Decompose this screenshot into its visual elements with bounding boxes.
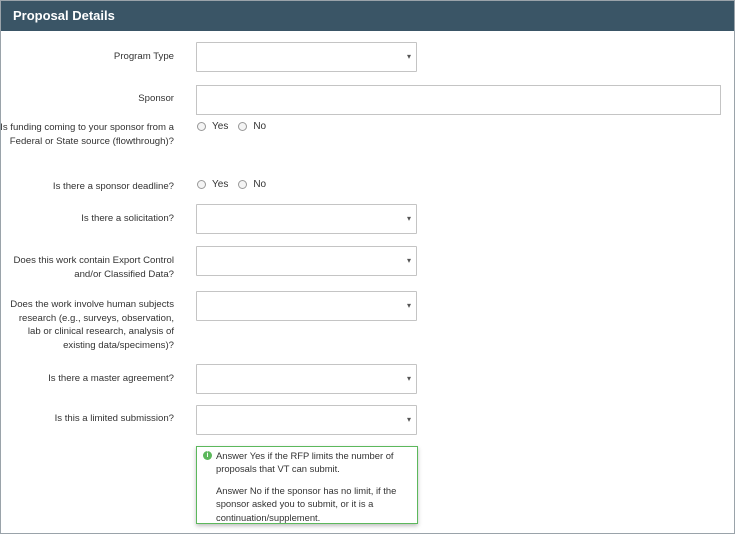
- program-type-label: Program Type: [113, 51, 174, 62]
- help-tooltip: i Answer Yes if the RFP limits the numbe…: [196, 446, 418, 524]
- sponsor-input[interactable]: [196, 85, 721, 115]
- chevron-down-icon: ▾: [406, 374, 411, 383]
- chevron-down-icon: ▾: [406, 415, 411, 424]
- deadline-no-radio[interactable]: [238, 180, 248, 189]
- flowthrough-yes-radio[interactable]: [197, 122, 206, 131]
- sponsor-label: Sponsor: [138, 93, 174, 104]
- deadline-radio-group: Yes No: [197, 179, 276, 190]
- limited-submission-select[interactable]: ▾: [196, 405, 417, 435]
- flowthrough-no-label: No: [253, 121, 267, 132]
- human-subjects-label: Does the work involve human subjects res…: [10, 299, 174, 351]
- human-subjects-select[interactable]: ▾: [196, 291, 417, 321]
- flowthrough-label: Is funding coming to your sponsor from a…: [0, 122, 174, 147]
- chevron-down-icon: ▾: [406, 214, 411, 223]
- export-control-label: Does this work contain Export Control an…: [13, 255, 175, 280]
- tooltip-no-text: Answer No if the sponsor has no limit, i…: [216, 484, 397, 523]
- chevron-down-icon: ▾: [406, 301, 411, 310]
- export-control-select[interactable]: ▾: [196, 246, 417, 276]
- deadline-label: Is there a sponsor deadline?: [52, 181, 174, 192]
- chevron-down-icon: ▾: [406, 256, 411, 265]
- solicitation-select[interactable]: ▾: [196, 204, 417, 234]
- flowthrough-yes-label: Yes: [212, 121, 229, 132]
- info-icon: i: [203, 451, 212, 460]
- solicitation-label: Is there a solicitation?: [81, 213, 174, 224]
- master-agreement-select[interactable]: ▾: [196, 364, 417, 394]
- deadline-yes-label: Yes: [212, 179, 229, 190]
- flowthrough-radio-group: Yes No: [197, 121, 276, 132]
- limited-submission-label: Is this a limited submission?: [54, 413, 174, 424]
- master-agreement-label: Is there a master agreement?: [48, 373, 174, 384]
- section-header: Proposal Details: [1, 1, 734, 31]
- deadline-no-label: No: [253, 179, 267, 190]
- deadline-yes-radio[interactable]: [197, 180, 206, 189]
- program-type-select[interactable]: ▾: [196, 42, 417, 72]
- tooltip-yes-text: Answer Yes if the RFP limits the number …: [216, 450, 394, 475]
- chevron-down-icon: ▾: [406, 52, 411, 61]
- flowthrough-no-radio[interactable]: [238, 122, 248, 131]
